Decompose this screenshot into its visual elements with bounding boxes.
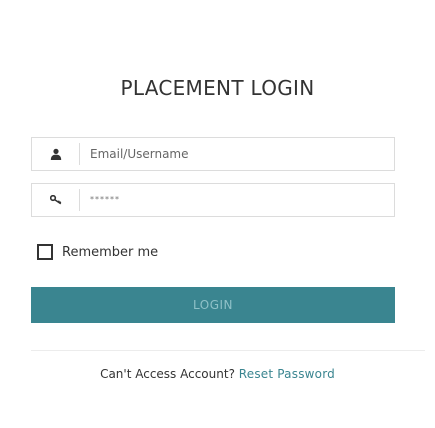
reset-password-link[interactable]: Reset Password <box>239 367 335 381</box>
username-field-group <box>31 137 395 171</box>
login-button[interactable]: LOGIN <box>31 287 395 323</box>
footer: Can't Access Account? Reset Password <box>0 367 435 381</box>
remember-me-row[interactable]: Remember me <box>37 244 158 260</box>
password-input[interactable]: ****** <box>90 184 120 216</box>
password-field-group: ****** <box>31 183 395 217</box>
account-question-text: Can't Access Account? <box>100 367 239 381</box>
remember-me-label[interactable]: Remember me <box>62 245 158 260</box>
remember-me-checkbox[interactable] <box>37 244 53 260</box>
key-icon <box>32 184 80 216</box>
page-title: PLACEMENT LOGIN <box>120 76 315 100</box>
divider <box>31 350 425 351</box>
username-input[interactable] <box>90 138 380 170</box>
user-icon <box>32 138 80 170</box>
